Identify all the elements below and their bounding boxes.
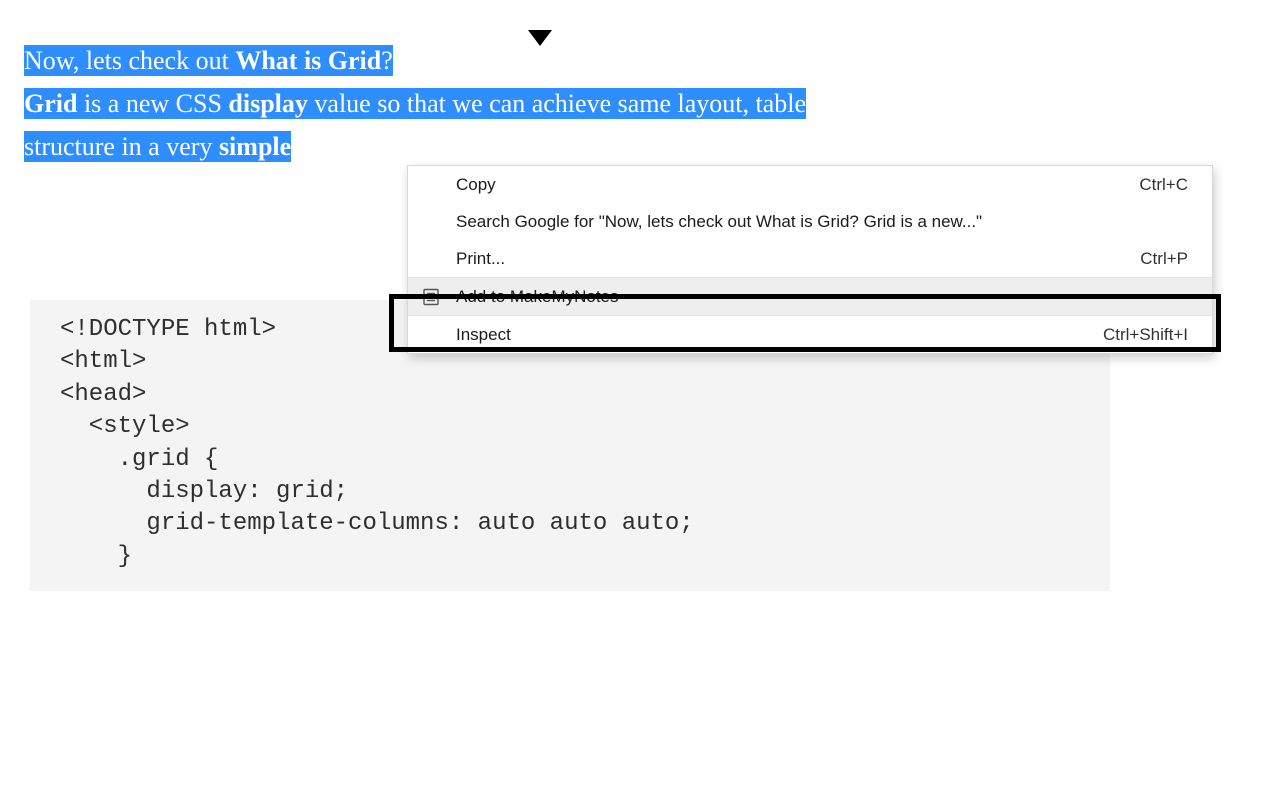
text-bold: What is Grid [235,46,381,75]
menu-item-print[interactable]: Print... Ctrl+P [408,240,1212,277]
menu-item-copy[interactable]: Copy Ctrl+C [408,166,1212,203]
menu-label: Copy [456,175,496,195]
text-bold: simple [219,132,291,161]
context-menu: Copy Ctrl+C Search Google for "Now, lets… [407,165,1213,354]
menu-item-inspect[interactable]: Inspect Ctrl+Shift+I [408,316,1212,353]
menu-item-add-to-makemynotes[interactable]: Add to MakeMyNotes [408,278,1212,315]
menu-shortcut: Ctrl+C [1139,175,1188,195]
menu-shortcut: Ctrl+Shift+I [1103,325,1188,345]
article-area: Now, lets check out What is Grid? Grid i… [0,0,1280,169]
menu-label: Inspect [456,325,511,345]
text-segment: Now, lets check out [24,46,235,75]
menu-item-search[interactable]: Search Google for "Now, lets check out W… [408,203,1212,240]
article-paragraph[interactable]: Now, lets check out What is Grid? Grid i… [24,40,984,169]
text-segment: structure in a very [24,132,219,161]
text-segment: is a new CSS [77,89,228,118]
menu-shortcut: Ctrl+P [1140,249,1188,269]
caret-down-icon [528,30,552,46]
menu-label: Search Google for "Now, lets check out W… [456,212,982,232]
menu-label: Add to MakeMyNotes [456,287,619,307]
text-segment: ? [381,46,393,75]
menu-label: Print... [456,249,505,269]
text-segment: value so that we can achieve same layout… [308,89,806,118]
notes-icon [422,288,440,306]
text-bold: display [228,89,308,118]
text-bold: Grid [24,89,77,118]
